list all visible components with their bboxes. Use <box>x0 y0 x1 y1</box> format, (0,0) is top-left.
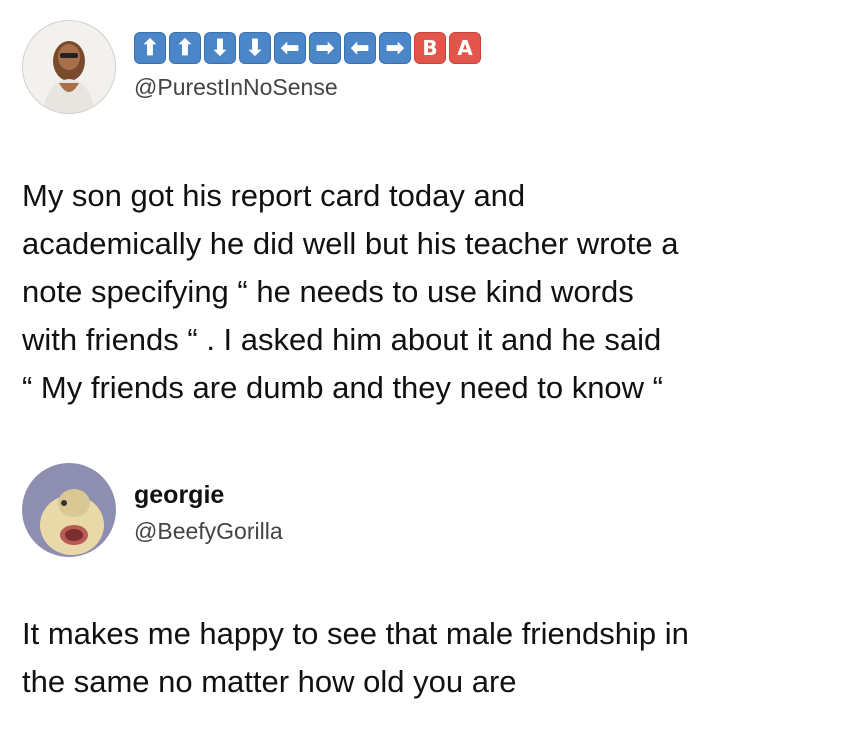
avatar[interactable] <box>22 20 116 114</box>
right-arrow-emoji: ➡ <box>379 32 411 64</box>
post-text-line: My son got his report card today and <box>22 178 526 213</box>
letter-a-emoji: A <box>449 32 481 64</box>
down-arrow-emoji: ⬇ <box>239 32 271 64</box>
left-arrow-emoji: ⬅ <box>344 32 376 64</box>
post-text-line: It makes me happy to see that male frien… <box>22 616 689 651</box>
up-arrow-emoji: ⬆ <box>134 32 166 64</box>
avatar[interactable] <box>22 463 116 557</box>
down-arrow-emoji: ⬇ <box>204 32 236 64</box>
user-handle[interactable]: @PurestInNoSense <box>134 74 338 101</box>
up-arrow-emoji: ⬆ <box>169 32 201 64</box>
letter-b-emoji: B <box>414 32 446 64</box>
post-text-line: the same no matter how old you are <box>22 664 517 699</box>
post-text: It makes me happy to see that male frien… <box>22 610 822 706</box>
post-text: My son got his report card today and aca… <box>22 172 822 412</box>
post-text-line: “ My friends are dumb and they need to k… <box>22 370 663 405</box>
post-text-line: with friends “ . I asked him about it an… <box>22 322 662 357</box>
post-text-line: academically he did well but his teacher… <box>22 226 679 261</box>
fish-avatar-image <box>22 463 116 557</box>
left-arrow-emoji: ⬅ <box>274 32 306 64</box>
right-arrow-emoji: ➡ <box>309 32 341 64</box>
display-name-emoji: ⬆ ⬆ ⬇ ⬇ ⬅ ➡ ⬅ ➡ B A <box>134 32 481 64</box>
display-name[interactable]: georgie <box>134 481 224 510</box>
woman-avatar-image <box>23 21 115 113</box>
post-text-line: note specifying “ he needs to use kind w… <box>22 274 634 309</box>
user-handle[interactable]: @BeefyGorilla <box>134 518 283 545</box>
